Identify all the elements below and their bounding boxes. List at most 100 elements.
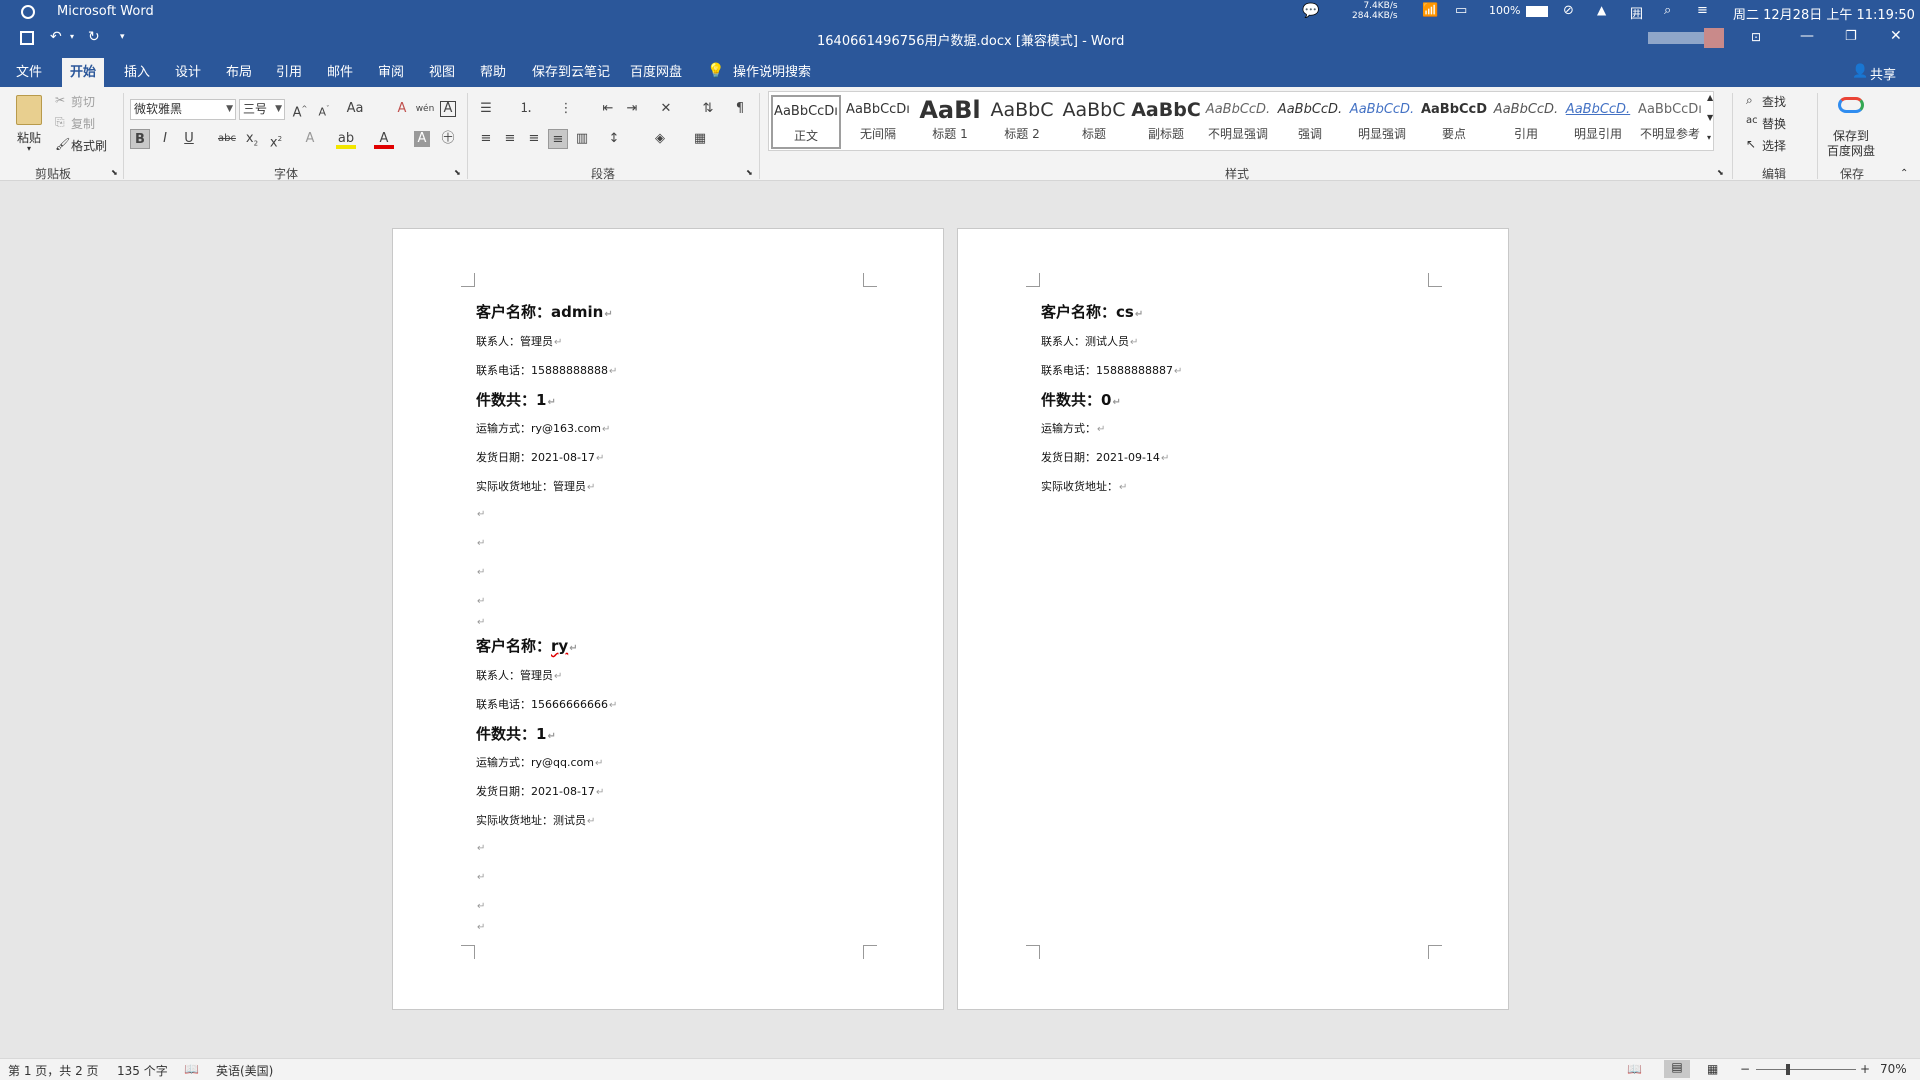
paste-icon[interactable]: [16, 95, 42, 125]
zoom-slider[interactable]: [1756, 1069, 1856, 1070]
chinese-layout-icon[interactable]: ✕: [656, 99, 676, 119]
align-left-icon[interactable]: ≡: [476, 129, 496, 149]
page-count[interactable]: 第 1 页，共 2 页: [8, 1062, 99, 1079]
avatar-image[interactable]: [1704, 28, 1724, 48]
share-icon[interactable]: 👤: [1852, 64, 1868, 79]
tab-baidu-netdisk[interactable]: 百度网盘: [622, 58, 690, 87]
zoom-out-icon[interactable]: −: [1740, 1062, 1750, 1076]
cut-button[interactable]: 剪切: [71, 93, 95, 110]
tab-help[interactable]: 帮助: [472, 58, 514, 87]
sort-icon[interactable]: ⇅: [698, 99, 718, 119]
tab-cloud-notes[interactable]: 保存到云笔记: [524, 58, 618, 87]
mute-icon[interactable]: ⊘: [1563, 3, 1574, 18]
page-1[interactable]: 客户名称：admin↵ 联系人：管理员↵ 联系电话：15888888888↵ 件…: [392, 228, 944, 1010]
clear-format-icon[interactable]: A: [392, 99, 412, 119]
web-layout-icon[interactable]: ▦: [1707, 1062, 1718, 1076]
undo-icon[interactable]: ↶: [50, 29, 62, 45]
style-intense-emphasis[interactable]: AaBbCcD. 明显强调: [1347, 95, 1417, 149]
ribbon-display-icon[interactable]: ⊡: [1751, 30, 1761, 44]
char-shading-icon[interactable]: A: [414, 131, 430, 147]
align-right-icon[interactable]: ≡: [524, 129, 544, 149]
style-heading-2[interactable]: AaBbC 标题 2: [987, 95, 1057, 149]
styles-scroll-up-icon[interactable]: ▲: [1707, 93, 1713, 102]
replace-button[interactable]: 替换: [1762, 115, 1786, 132]
account-avatar[interactable]: [1648, 32, 1710, 44]
font-color-icon[interactable]: A: [374, 129, 394, 149]
customize-qat-icon[interactable]: ▾: [120, 32, 125, 42]
find-icon[interactable]: ⌕: [1746, 93, 1753, 108]
borders-icon[interactable]: ▦: [690, 129, 710, 149]
wifi-icon[interactable]: 📶: [1422, 3, 1438, 18]
restore-icon[interactable]: ❐: [1845, 29, 1857, 44]
search-icon[interactable]: ⌕: [1664, 3, 1671, 18]
underline-icon[interactable]: U: [179, 129, 199, 149]
style-normal[interactable]: AaBbCcDı 正文: [771, 95, 841, 149]
tab-file[interactable]: 文件: [8, 58, 50, 87]
cut-icon[interactable]: ✂: [55, 93, 65, 107]
zoom-slider-thumb[interactable]: [1786, 1064, 1790, 1075]
undo-dropdown-icon[interactable]: ▾: [70, 32, 74, 41]
select-button[interactable]: 选择: [1762, 137, 1786, 154]
line-spacing-icon[interactable]: ↕: [604, 129, 624, 149]
italic-icon[interactable]: I: [155, 129, 175, 149]
close-icon[interactable]: ✕: [1890, 28, 1902, 44]
tab-review[interactable]: 审阅: [370, 58, 412, 87]
highlight-icon[interactable]: ab: [336, 129, 356, 149]
style-emphasis[interactable]: AaBbCcD. 强调: [1275, 95, 1345, 149]
monitor-icon[interactable]: ▭: [1455, 3, 1467, 18]
find-button[interactable]: 查找: [1762, 93, 1786, 110]
numbering-icon[interactable]: ⒈: [516, 99, 536, 119]
style-no-spacing[interactable]: AaBbCcDı 无间隔: [843, 95, 913, 149]
align-center-icon[interactable]: ≡: [500, 129, 520, 149]
page-2[interactable]: 客户名称：cs↵ 联系人：测试人员↵ 联系电话：15888888887↵ 件数共…: [957, 228, 1509, 1010]
tell-me-search[interactable]: 操作说明搜索: [725, 58, 819, 87]
char-border-icon[interactable]: A: [440, 101, 456, 117]
upload-icon[interactable]: ▲: [1597, 3, 1606, 17]
font-name-combo[interactable]: 微软雅黑 ▼: [130, 99, 236, 120]
shading-icon[interactable]: ◈: [650, 129, 670, 149]
read-mode-icon[interactable]: 📖: [1627, 1062, 1642, 1076]
tab-view[interactable]: 视图: [421, 58, 463, 87]
bold-icon[interactable]: B: [130, 129, 150, 149]
tab-insert[interactable]: 插入: [116, 58, 158, 87]
phonetic-guide-icon[interactable]: wén: [415, 99, 435, 119]
paragraph-launcher-icon[interactable]: ⬊: [746, 168, 753, 177]
save-to-baidu-line2[interactable]: 百度网盘: [1827, 142, 1875, 159]
share-button[interactable]: 共享: [1870, 64, 1896, 83]
minimize-icon[interactable]: —: [1800, 28, 1814, 44]
strikethrough-icon[interactable]: abc: [217, 129, 237, 149]
style-title[interactable]: AaBbC 标题: [1059, 95, 1129, 149]
text-effects-icon[interactable]: A: [300, 129, 320, 149]
format-painter-button[interactable]: 格式刷: [71, 137, 107, 154]
style-quote[interactable]: AaBbCcD. 引用: [1491, 95, 1561, 149]
style-subtle-emphasis[interactable]: AaBbCcD. 不明显强调: [1203, 95, 1273, 149]
font-size-combo[interactable]: 三号 ▼: [239, 99, 285, 120]
tab-mailings[interactable]: 邮件: [319, 58, 361, 87]
multilevel-list-icon[interactable]: ⋮: [556, 99, 576, 119]
zoom-in-icon[interactable]: +: [1860, 1062, 1870, 1076]
superscript-icon[interactable]: x2: [266, 129, 286, 150]
tab-home[interactable]: 开始: [62, 58, 105, 87]
copy-button[interactable]: 复制: [71, 115, 95, 132]
change-case-icon[interactable]: Aa: [345, 99, 365, 119]
redo-icon[interactable]: ↻: [88, 29, 100, 45]
style-strong[interactable]: AaBbCcD 要点: [1419, 95, 1489, 149]
print-layout-icon[interactable]: ▤: [1664, 1060, 1690, 1078]
format-painter-icon[interactable]: 🖌: [55, 137, 70, 151]
style-subtitle[interactable]: AaBbC 副标题: [1131, 95, 1201, 149]
font-launcher-icon[interactable]: ⬊: [454, 168, 461, 177]
styles-more-icon[interactable]: ▾: [1707, 133, 1711, 142]
style-intense-quote[interactable]: AaBbCcD. 明显引用: [1563, 95, 1633, 149]
styles-launcher-icon[interactable]: ⬊: [1717, 168, 1724, 177]
distributed-icon[interactable]: ▥: [572, 129, 592, 149]
subscript-icon[interactable]: x2: [242, 129, 262, 149]
input-method-icon[interactable]: 囲: [1630, 3, 1643, 22]
enclose-char-icon[interactable]: ㊉: [438, 129, 458, 149]
proofing-icon[interactable]: 📖: [184, 1062, 199, 1076]
baidu-netdisk-icon[interactable]: [1838, 97, 1864, 113]
tab-design[interactable]: 设计: [167, 58, 209, 87]
select-icon[interactable]: ↖: [1746, 137, 1756, 151]
copy-icon[interactable]: ⎘: [55, 115, 65, 130]
style-subtle-reference[interactable]: AaBbCcDı 不明显参考: [1635, 95, 1705, 149]
battery-icon[interactable]: [1526, 6, 1548, 17]
